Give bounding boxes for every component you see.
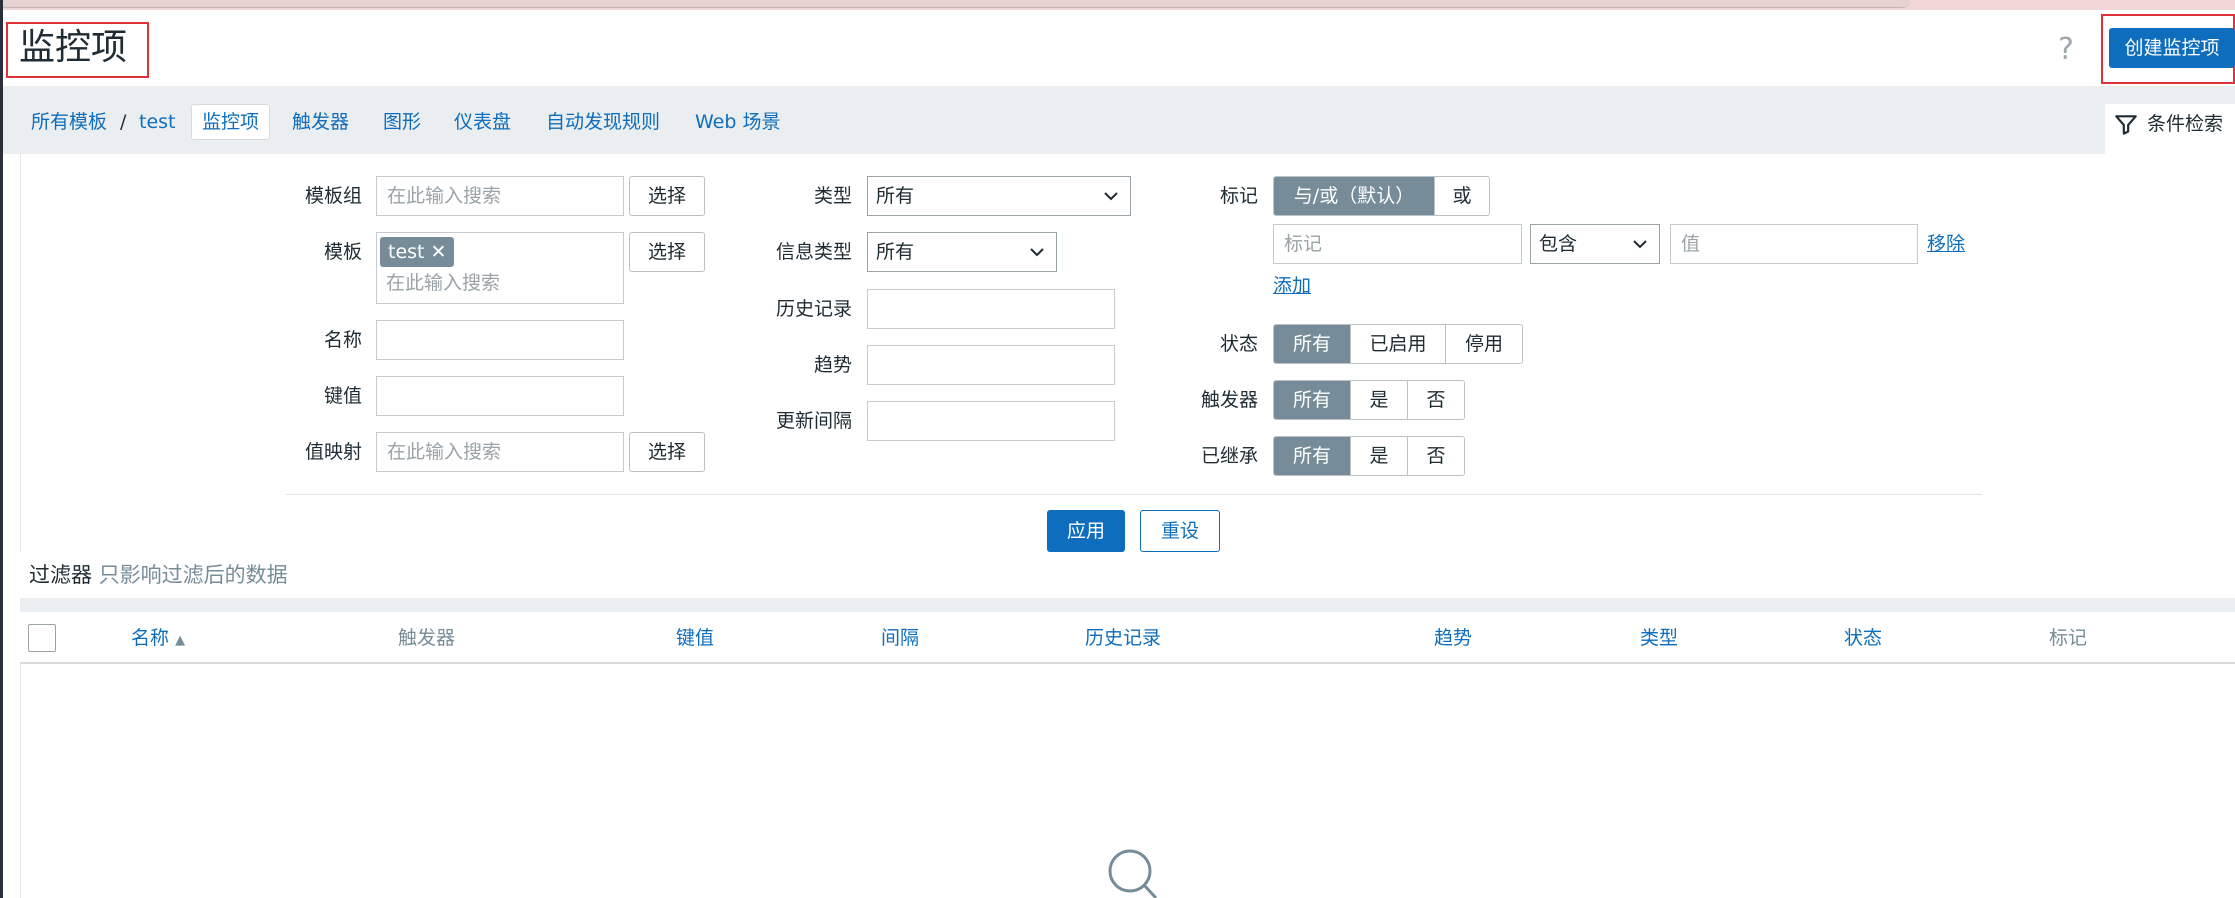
sort-asc-icon: ▲ <box>175 633 186 648</box>
state-disabled[interactable]: 停用 <box>1446 325 1522 363</box>
filter-icon <box>2115 115 2137 135</box>
value-map-select-button[interactable]: 选择 <box>629 432 705 472</box>
triggers-toggle[interactable]: 所有 是 否 <box>1273 380 1465 420</box>
chevron-down-icon <box>1030 248 1044 257</box>
name-label: 名称 <box>323 329 362 351</box>
filter-divider <box>286 494 1982 495</box>
type-select[interactable]: 所有 <box>867 176 1131 216</box>
tags-label: 标记 <box>1219 185 1258 207</box>
value-map-input[interactable]: 在此输入搜索 <box>376 432 624 472</box>
inherited-toggle[interactable]: 所有 是 否 <box>1273 436 1465 476</box>
column-history[interactable]: 历史记录 <box>1085 624 1161 652</box>
create-item-button[interactable]: 创建监控项 <box>2109 28 2235 68</box>
chevron-down-icon <box>1104 192 1118 201</box>
tab-discovery-rules[interactable]: 自动发现规则 <box>546 106 660 138</box>
tag-add-link[interactable]: 添加 <box>1273 266 1311 306</box>
info-type-select[interactable]: 所有 <box>867 232 1057 272</box>
tag-name-input[interactable]: 标记 <box>1273 224 1522 264</box>
history-input[interactable] <box>867 289 1115 329</box>
type-select-value: 所有 <box>876 185 915 207</box>
page-title: 监控项 <box>19 27 128 68</box>
column-status[interactable]: 状态 <box>1844 624 1882 652</box>
column-name-label: 名称 <box>131 627 170 649</box>
inherited-no[interactable]: 否 <box>1408 437 1464 475</box>
inherited-label: 已继承 <box>1200 445 1258 467</box>
breadcrumb-separator: / <box>120 111 127 133</box>
tags-mode-or[interactable]: 或 <box>1435 177 1489 215</box>
column-trends[interactable]: 趋势 <box>1434 624 1472 652</box>
inherited-all[interactable]: 所有 <box>1274 437 1351 475</box>
filter-note: 过滤器 只影响过滤后的数据 <box>29 558 288 592</box>
template-select-button[interactable]: 选择 <box>629 232 705 272</box>
triggers-no[interactable]: 否 <box>1408 381 1464 419</box>
chevron-down-icon <box>1633 240 1647 249</box>
tag-operator-value: 包含 <box>1539 233 1578 255</box>
trends-label: 趋势 <box>813 354 852 376</box>
state-enabled[interactable]: 已启用 <box>1351 325 1446 363</box>
key-input[interactable] <box>376 376 624 416</box>
filter-note-text: 只影响过滤后的数据 <box>98 563 288 587</box>
column-type[interactable]: 类型 <box>1640 624 1678 652</box>
update-interval-input[interactable] <box>867 401 1115 441</box>
type-label: 类型 <box>813 185 852 207</box>
key-label: 键值 <box>323 385 362 407</box>
inherited-yes[interactable]: 是 <box>1351 437 1408 475</box>
value-map-label: 值映射 <box>304 441 362 463</box>
info-type-label: 信息类型 <box>775 241 852 263</box>
tag-remove-icon[interactable]: ✕ <box>431 241 447 263</box>
template-tag-label: test <box>388 241 425 263</box>
breadcrumb-all-templates[interactable]: 所有模板 <box>31 106 107 138</box>
template-tag: test ✕ <box>380 237 455 267</box>
template-group-label: 模板组 <box>304 185 362 207</box>
state-all[interactable]: 所有 <box>1274 325 1351 363</box>
template-label: 模板 <box>323 241 362 263</box>
triggers-all[interactable]: 所有 <box>1274 381 1351 419</box>
column-tags: 标记 <box>2049 627 2088 649</box>
triggers-label: 触发器 <box>1200 389 1258 411</box>
column-name[interactable]: 名称 ▲ <box>131 624 185 655</box>
triggers-yes[interactable]: 是 <box>1351 381 1408 419</box>
browser-scroll-track <box>0 0 1910 8</box>
tag-operator-select[interactable]: 包含 <box>1530 224 1660 264</box>
help-icon[interactable]: ? <box>2058 32 2074 67</box>
column-interval[interactable]: 间隔 <box>881 624 919 652</box>
name-input[interactable] <box>376 320 624 360</box>
tab-web-scenarios[interactable]: Web 场景 <box>695 106 780 138</box>
column-key[interactable]: 键值 <box>676 624 714 652</box>
breadcrumb-template[interactable]: test <box>139 106 176 138</box>
history-label: 历史记录 <box>775 298 852 320</box>
update-interval-label: 更新间隔 <box>775 410 852 432</box>
tag-value-input[interactable]: 值 <box>1670 224 1918 264</box>
select-all-checkbox[interactable] <box>28 624 56 652</box>
tab-triggers[interactable]: 触发器 <box>292 106 349 138</box>
apply-button[interactable]: 应用 <box>1047 510 1125 552</box>
info-type-select-value: 所有 <box>876 241 915 263</box>
filter-tab[interactable]: 条件检索 <box>2105 104 2235 156</box>
tab-items[interactable]: 监控项 <box>191 104 271 140</box>
filter-tab-label: 条件检索 <box>2147 113 2224 135</box>
tag-remove-link[interactable]: 移除 <box>1927 224 1965 264</box>
template-search-placeholder[interactable]: 在此输入搜索 <box>386 268 500 298</box>
tags-mode-toggle[interactable]: 与/或（默认） 或 <box>1273 176 1490 216</box>
tab-dashboards[interactable]: 仪表盘 <box>454 106 511 138</box>
template-group-select-button[interactable]: 选择 <box>629 176 705 216</box>
tab-graphs[interactable]: 图形 <box>383 106 421 138</box>
trends-input[interactable] <box>867 345 1115 385</box>
state-label: 状态 <box>1219 333 1258 355</box>
tags-mode-and-or[interactable]: 与/或（默认） <box>1274 177 1435 215</box>
table-separator <box>20 598 2235 612</box>
reset-button[interactable]: 重设 <box>1140 510 1220 552</box>
filter-note-label: 过滤器 <box>29 563 92 587</box>
template-group-input[interactable]: 在此输入搜索 <box>376 176 624 216</box>
state-toggle[interactable]: 所有 已启用 停用 <box>1273 324 1523 364</box>
column-triggers: 触发器 <box>398 627 456 649</box>
search-icon <box>1108 849 1158 898</box>
